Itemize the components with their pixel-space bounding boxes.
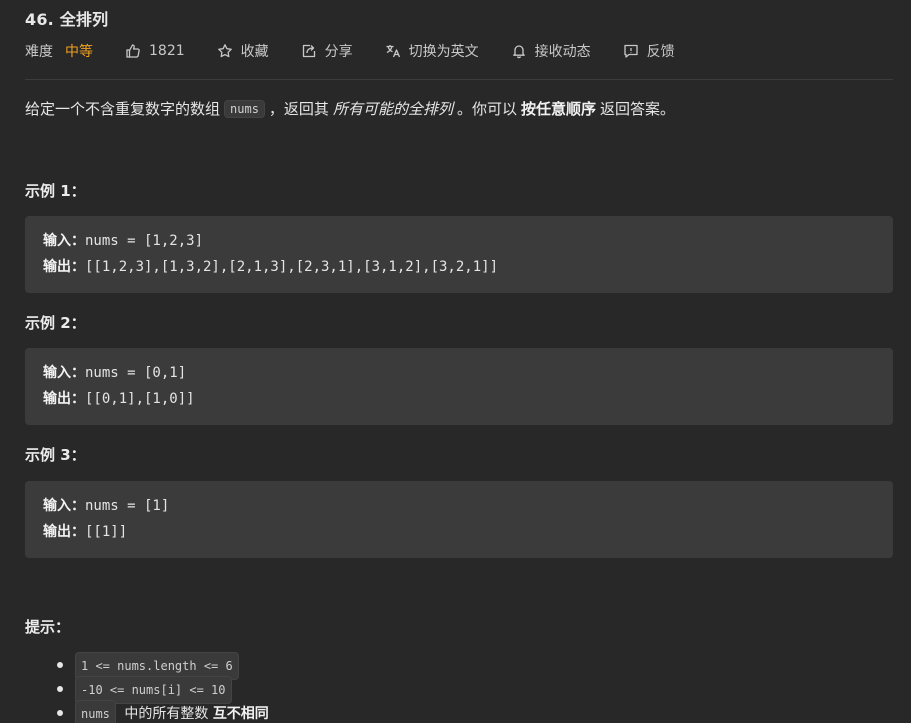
problem-page: 46. 全排列 难度 中等 1821 收藏 分享 切换为英文 接收动态 反馈 给… <box>0 0 911 723</box>
example-box: 输入：nums = [1,2,3] 输出：[[1,2,3],[1,3,2],[2… <box>25 216 893 293</box>
translate-button[interactable]: 切换为英文 <box>385 41 479 61</box>
header-divider <box>25 79 893 80</box>
constraint-strong: 互不相同 <box>212 706 269 722</box>
constraints-list: 1 <= nums.length <= 6 -10 <= nums[i] <= … <box>25 652 269 723</box>
star-icon <box>217 43 233 59</box>
translate-icon <box>385 43 401 59</box>
like-count: 1821 <box>149 43 185 59</box>
output-label: 输出： <box>43 391 85 407</box>
hints-title: 提示： <box>25 618 71 636</box>
bullet <box>57 710 63 716</box>
share-label: 分享 <box>324 44 353 60</box>
thumbs-up-icon <box>125 43 141 59</box>
bullet <box>57 686 63 692</box>
feedback-button[interactable]: 反馈 <box>623 41 675 61</box>
list-item: -10 <= nums[i] <= 10 <box>25 676 269 704</box>
desc-part2: ，返回其 <box>268 100 329 118</box>
input-value: nums = [1,2,3] <box>85 233 204 249</box>
desc-part1: 给定一个不含重复数字的数组 <box>25 100 221 118</box>
example-input: 输入：nums = [0,1] <box>43 360 875 386</box>
feedback-icon <box>623 43 639 59</box>
example-title: 示例 3： <box>25 446 86 464</box>
favorite-button[interactable]: 收藏 <box>217 41 269 61</box>
desc-part3: 。你可以 <box>456 100 517 118</box>
feedback-label: 反馈 <box>646 44 675 60</box>
example-input: 输入：nums = [1] <box>43 493 875 519</box>
problem-title: 46. 全排列 <box>25 10 109 29</box>
share-icon <box>301 43 317 59</box>
constraint-code: nums <box>75 700 116 723</box>
output-value: [[1,2,3],[1,3,2],[2,1,3],[2,3,1],[3,1,2]… <box>85 259 499 275</box>
bell-icon <box>511 43 527 59</box>
difficulty: 难度 中等 <box>25 41 93 61</box>
example-output: 输出：[[1]] <box>43 519 875 545</box>
share-button[interactable]: 分享 <box>301 41 353 61</box>
example-output: 输出：[[1,2,3],[1,3,2],[2,1,3],[2,3,1],[3,1… <box>43 254 875 280</box>
difficulty-label: 难度 <box>25 44 53 60</box>
constraint-text: 中的所有整数 <box>124 706 209 722</box>
example-title: 示例 1： <box>25 182 86 200</box>
input-label: 输入： <box>43 365 85 381</box>
input-value: nums = [0,1] <box>85 365 187 381</box>
output-label: 输出： <box>43 259 85 275</box>
input-value: nums = [1] <box>85 498 170 514</box>
input-label: 输入： <box>43 498 85 514</box>
desc-part4: 返回答案。 <box>599 100 675 118</box>
output-value: [[0,1],[1,0]] <box>85 391 195 407</box>
desc-emphasis: 所有可能的全排列 <box>332 100 453 118</box>
output-label: 输出： <box>43 524 85 540</box>
desc-code: nums <box>224 99 265 118</box>
list-item: 1 <= nums.length <= 6 <box>25 652 269 680</box>
output-value: [[1]] <box>85 524 128 540</box>
input-label: 输入： <box>43 233 85 249</box>
subscribe-button[interactable]: 接收动态 <box>511 41 591 61</box>
desc-strong: 按任意顺序 <box>520 100 596 118</box>
example-box: 输入：nums = [0,1] 输出：[[0,1],[1,0]] <box>25 348 893 425</box>
example-title: 示例 2： <box>25 314 86 332</box>
problem-description: 给定一个不含重复数字的数组 nums ，返回其 所有可能的全排列 。你可以 按任… <box>25 98 675 119</box>
bullet <box>57 662 63 668</box>
meta-bar: 难度 中等 1821 收藏 分享 切换为英文 接收动态 反馈 <box>25 40 707 62</box>
like-button[interactable]: 1821 <box>125 43 185 59</box>
example-input: 输入：nums = [1,2,3] <box>43 228 875 254</box>
example-output: 输出：[[0,1],[1,0]] <box>43 386 875 412</box>
difficulty-value: 中等 <box>65 44 93 60</box>
favorite-label: 收藏 <box>240 44 269 60</box>
example-box: 输入：nums = [1] 输出：[[1]] <box>25 481 893 558</box>
translate-label: 切换为英文 <box>408 44 479 60</box>
list-item: nums 中的所有整数 互不相同 <box>25 700 269 723</box>
subscribe-label: 接收动态 <box>534 44 591 60</box>
